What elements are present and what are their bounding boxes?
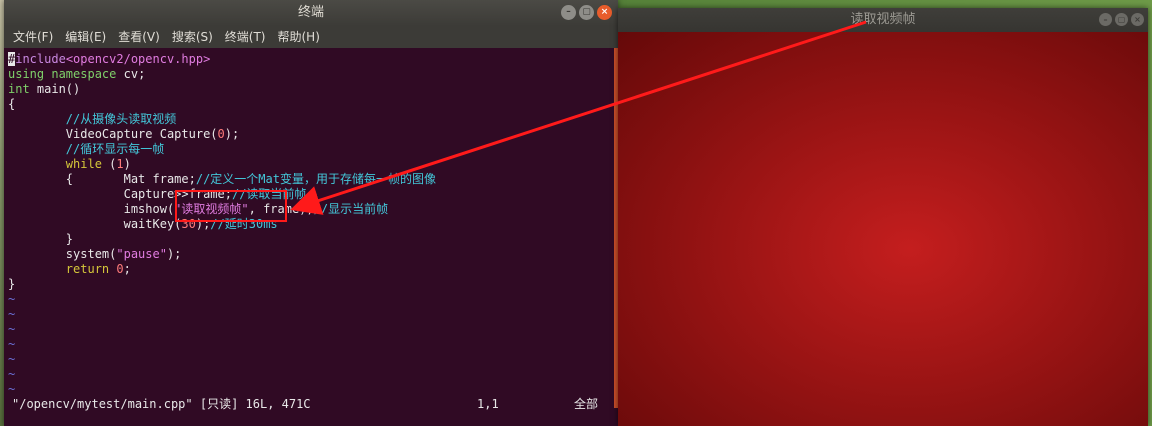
minimize-icon: – <box>1103 15 1108 24</box>
menu-help[interactable]: 帮助(H) <box>277 26 321 48</box>
close-button[interactable]: × <box>1131 13 1144 26</box>
code-line-14: system("pause"); <box>8 247 182 261</box>
empty-line-marker: ~ <box>8 367 16 381</box>
empty-line-marker: ~ <box>8 307 16 321</box>
maximize-button[interactable]: ▢ <box>579 5 594 20</box>
code-line-9: { Mat frame;//定义一个Mat变量，用于存储每一帧的图像 <box>8 172 436 186</box>
close-button[interactable]: × <box>597 5 612 20</box>
status-file-info: "/opencv/mytest/main.cpp" [只读] 16L, 471C <box>12 397 311 411</box>
code-line-5: //从摄像头读取视频 <box>8 112 177 126</box>
minimize-button[interactable]: – <box>561 5 576 20</box>
code-line-7: //循环显示每一帧 <box>8 142 165 156</box>
empty-line-marker: ~ <box>8 352 16 366</box>
minimize-icon: – <box>566 7 571 17</box>
terminal-titlebar[interactable]: 终端 – ▢ × <box>4 0 618 26</box>
video-frame-image <box>618 32 1148 426</box>
menu-search[interactable]: 搜索(S) <box>171 26 214 48</box>
code-line-13: } <box>8 232 74 246</box>
empty-line-marker: ~ <box>8 292 16 306</box>
maximize-icon: ▢ <box>582 7 591 17</box>
menu-view[interactable]: 查看(V) <box>117 26 161 48</box>
close-icon: × <box>600 7 609 17</box>
code-line-1: #include<opencv2/opencv.hpp> <box>8 52 211 66</box>
code-line-4: { <box>8 97 16 111</box>
code-line-8: while (1) <box>65 157 131 171</box>
terminal-window: 终端 – ▢ × 文件(F) 编辑(E) 查看(V) 搜索(S) 终端(T) 帮… <box>4 0 618 426</box>
maximize-icon: ▢ <box>1117 15 1126 24</box>
menu-edit[interactable]: 编辑(E) <box>64 26 107 48</box>
terminal-title: 终端 <box>297 5 324 20</box>
highlight-box <box>175 190 287 222</box>
video-window-title: 读取视频帧 <box>850 12 916 27</box>
code-line-16: } <box>8 277 16 291</box>
menu-terminal[interactable]: 终端(T) <box>224 26 267 48</box>
empty-line-marker: ~ <box>8 322 16 336</box>
close-icon: × <box>1134 15 1141 24</box>
code-line-15: return 0; <box>65 262 131 276</box>
video-window: 读取视频帧 – ▢ × <box>618 8 1148 426</box>
code-line-2: using namespace cv; <box>8 67 146 81</box>
menu-file[interactable]: 文件(F) <box>12 26 54 48</box>
video-window-controls: – ▢ × <box>1099 13 1144 26</box>
empty-line-marker: ~ <box>8 382 16 396</box>
maximize-button[interactable]: ▢ <box>1115 13 1128 26</box>
code-line-6: VideoCapture Capture(0); <box>8 127 240 141</box>
vim-editor[interactable]: #include<opencv2/opencv.hpp> using names… <box>4 48 618 426</box>
status-scroll-position: 全部 <box>574 397 599 411</box>
vim-status-line: "/opencv/mytest/main.cpp" [只读] 16L, 471C… <box>12 397 606 412</box>
terminal-window-controls: – ▢ × <box>561 5 612 20</box>
minimize-button[interactable]: – <box>1099 13 1112 26</box>
terminal-menubar: 文件(F) 编辑(E) 查看(V) 搜索(S) 终端(T) 帮助(H) <box>4 26 618 48</box>
code-line-3: int main() <box>8 82 81 96</box>
empty-line-marker: ~ <box>8 337 16 351</box>
video-titlebar[interactable]: 读取视频帧 – ▢ × <box>618 8 1148 32</box>
status-cursor-position: 1,1 <box>477 397 499 411</box>
